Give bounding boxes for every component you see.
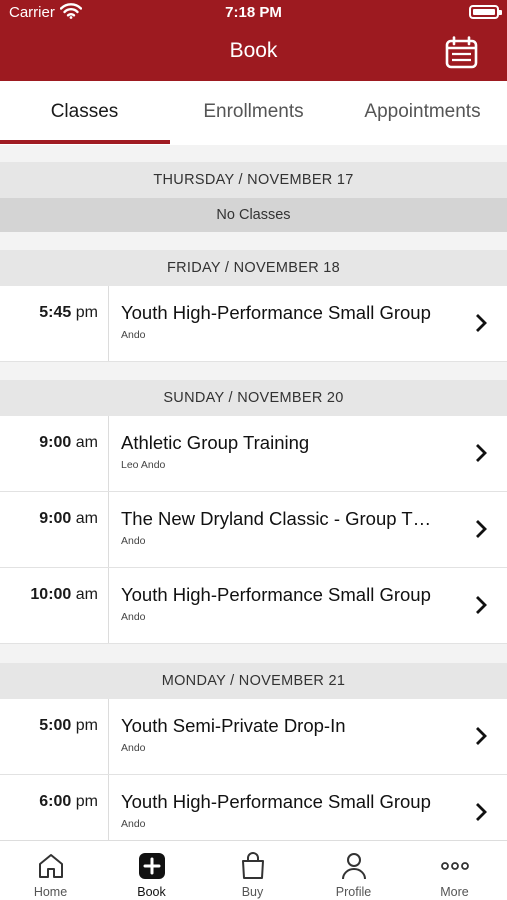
class-title: Athletic Group Training <box>121 432 310 453</box>
class-row[interactable]: 10:00 am Youth High-Performance Small Gr… <box>0 568 507 644</box>
tab-classes[interactable]: Classes <box>0 81 169 145</box>
class-time: 10:00 am <box>30 586 98 603</box>
tab-appointments[interactable]: Appointments <box>338 81 507 145</box>
class-time: 5:45 pm <box>39 304 98 321</box>
chevron-right-icon <box>476 520 487 538</box>
plus-square-icon <box>139 853 165 879</box>
segmented-tabs: Classes Enrollments Appointments <box>0 81 507 145</box>
app-header: Carrier 7:18 PM Book <box>0 0 507 81</box>
class-title: Youth High-Performance Small Group <box>121 791 431 812</box>
chevron-right-icon <box>476 314 487 332</box>
tabbar-home[interactable]: Home <box>0 841 101 900</box>
class-time-cell: 5:00 pm <box>0 699 109 774</box>
active-tab-indicator <box>0 140 170 144</box>
class-instructor: Ando <box>121 818 146 830</box>
day-header: THURSDAY / NOVEMBER 17 <box>0 162 507 198</box>
person-icon <box>342 853 366 880</box>
class-title: Youth High-Performance Small Group <box>121 302 431 323</box>
class-title: Youth High-Performance Small Group <box>121 584 431 605</box>
chevron-right-icon <box>476 727 487 745</box>
battery-icon <box>469 5 502 19</box>
class-time: 9:00 am <box>39 434 98 451</box>
tabbar-profile[interactable]: Profile <box>303 841 404 900</box>
status-bar: Carrier 7:18 PM <box>0 0 507 26</box>
tabbar-label: Profile <box>335 885 372 899</box>
chevron-right-icon <box>476 596 487 614</box>
day-header: MONDAY / NOVEMBER 21 <box>0 663 507 699</box>
tabbar-book[interactable]: Book <box>101 841 202 900</box>
day-header: SUNDAY / NOVEMBER 20 <box>0 380 507 416</box>
tabbar-label: Home <box>33 885 68 899</box>
class-instructor: Leo Ando <box>121 459 166 471</box>
tabbar-label: More <box>440 885 469 899</box>
class-schedule-list[interactable]: THURSDAY / NOVEMBER 17 No Classes FRIDAY… <box>0 145 507 840</box>
class-time: 5:00 pm <box>39 717 98 734</box>
class-instructor: Ando <box>121 611 146 623</box>
class-instructor: Ando <box>121 742 146 754</box>
chevron-right-icon <box>476 444 487 462</box>
class-time-cell: 9:00 am <box>0 416 109 491</box>
class-row[interactable]: 5:00 pm Youth Semi-Private Drop-In Ando <box>0 699 507 775</box>
class-time: 6:00 pm <box>39 793 98 810</box>
chevron-right-icon <box>476 803 487 821</box>
clock: 7:18 PM <box>225 4 282 21</box>
tabbar-label: Buy <box>241 885 264 899</box>
class-title: The New Dryland Classic - Group T… <box>121 508 432 529</box>
calendar-icon[interactable] <box>445 36 478 69</box>
tabbar-buy[interactable]: Buy <box>202 841 303 900</box>
class-row[interactable]: 9:00 am The New Dryland Classic - Group … <box>0 492 507 568</box>
class-row[interactable]: 6:00 pm Youth High-Performance Small Gro… <box>0 775 507 840</box>
class-row[interactable]: 5:45 pm Youth High-Performance Small Gro… <box>0 286 507 362</box>
day-header: FRIDAY / NOVEMBER 18 <box>0 250 507 286</box>
home-icon <box>39 854 63 878</box>
tab-enrollments[interactable]: Enrollments <box>169 81 338 145</box>
class-time-cell: 5:45 pm <box>0 286 109 361</box>
shopping-bag-icon <box>242 852 264 879</box>
class-instructor: Ando <box>121 535 146 547</box>
more-dots-icon <box>441 862 469 870</box>
tabbar-more[interactable]: More <box>404 841 505 900</box>
class-time-cell: 9:00 am <box>0 492 109 567</box>
no-classes-label: No Classes <box>0 198 507 232</box>
class-row[interactable]: 9:00 am Athletic Group Training Leo Ando <box>0 416 507 492</box>
bottom-tab-bar: Home Book Buy Profile More <box>0 840 507 900</box>
class-title: Youth Semi-Private Drop-In <box>121 715 346 736</box>
class-time: 9:00 am <box>39 510 98 527</box>
class-instructor: Ando <box>121 329 146 341</box>
page-title: Book <box>229 39 278 62</box>
tabbar-label: Book <box>137 885 166 899</box>
class-time-cell: 6:00 pm <box>0 775 109 840</box>
class-time-cell: 10:00 am <box>0 568 109 643</box>
